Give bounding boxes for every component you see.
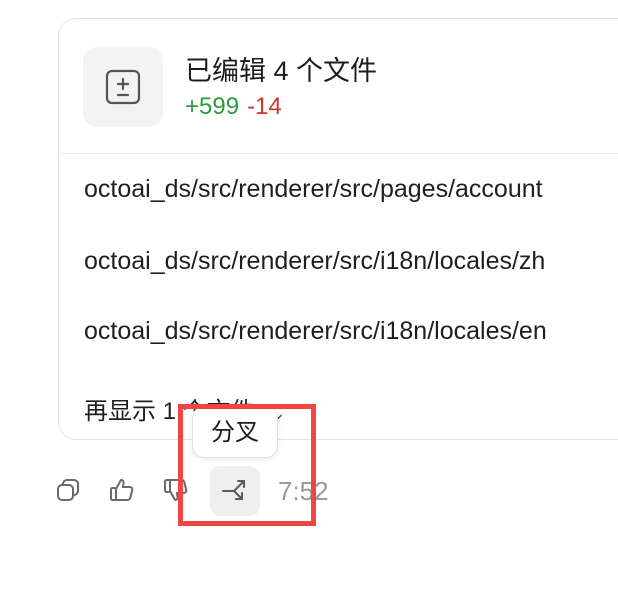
lines-added: +599 bbox=[185, 93, 240, 120]
fork-icon bbox=[222, 480, 245, 500]
edited-files-card: 已编辑 4 个文件 +599 -14 octoai_ds/src/renderer… bbox=[58, 18, 618, 440]
card-header: 已编辑 4 个文件 +599 -14 bbox=[59, 19, 618, 154]
card-title: 已编辑 4 个文件 bbox=[185, 56, 378, 86]
file-row[interactable]: octoai_ds/src/renderer/src/pages/account bbox=[84, 175, 543, 204]
stage: 已编辑 4 个文件 +599 -14 octoai_ds/src/renderer… bbox=[0, 0, 618, 598]
dislike-button[interactable] bbox=[156, 470, 196, 510]
fork-button[interactable] bbox=[210, 466, 260, 516]
thumbs-up-icon bbox=[110, 479, 134, 501]
copy-icon bbox=[57, 479, 79, 501]
diff-stats: +599 -14 bbox=[185, 93, 282, 121]
file-row[interactable]: octoai_ds/src/renderer/src/i18n/locales/… bbox=[84, 247, 545, 276]
like-button[interactable] bbox=[102, 470, 142, 510]
file-row[interactable]: octoai_ds/src/renderer/src/i18n/locales/… bbox=[84, 317, 547, 346]
lines-removed: -14 bbox=[247, 93, 282, 120]
file-diff-icon bbox=[83, 47, 163, 127]
thumbs-down-icon bbox=[164, 479, 188, 501]
fork-tooltip: 分叉 bbox=[192, 406, 278, 458]
message-timestamp: 7:52 bbox=[278, 476, 329, 506]
copy-button[interactable] bbox=[48, 470, 88, 510]
